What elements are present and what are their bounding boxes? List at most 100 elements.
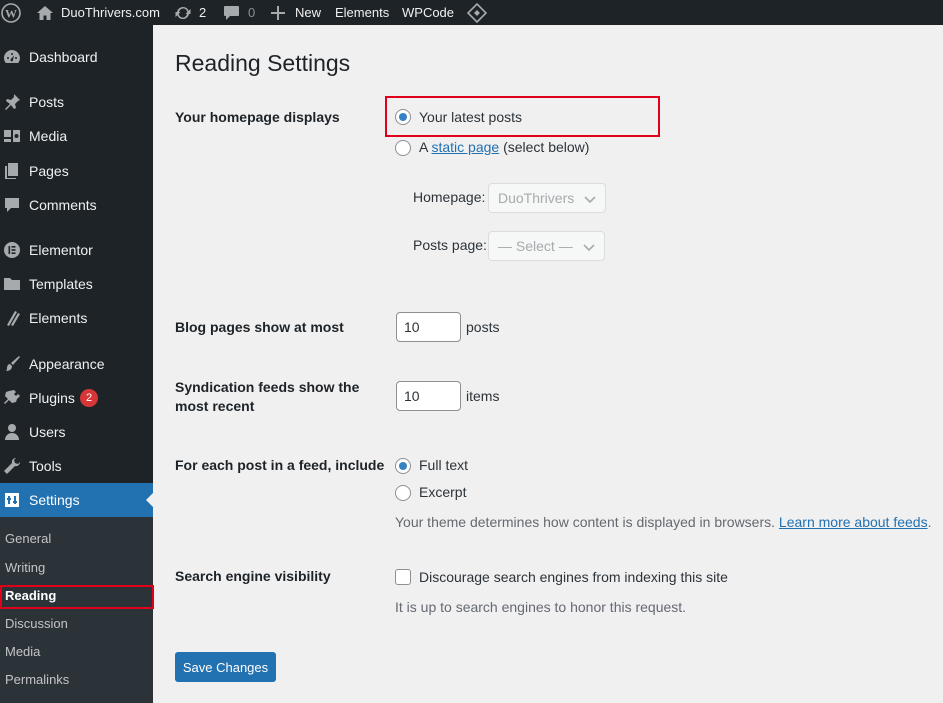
menu-item-users[interactable]: Users xyxy=(0,415,153,449)
admin-sidebar: Dashboard Posts Media Pages Comments Ele… xyxy=(0,25,154,703)
plugin-icon xyxy=(2,388,22,408)
menu-item-pages[interactable]: Pages xyxy=(0,154,153,188)
save-changes-button[interactable]: Save Changes xyxy=(175,652,276,682)
blog-pages-unit: posts xyxy=(466,319,500,335)
blog-pages-input[interactable]: 10 xyxy=(396,312,461,342)
comment-icon xyxy=(224,5,239,20)
menu-label-comments: Comments xyxy=(29,197,97,213)
dashboard-icon xyxy=(2,47,22,67)
posts-page-select-label: Posts page: xyxy=(413,237,487,253)
menu-label-appearance: Appearance xyxy=(29,356,105,372)
menu-item-posts[interactable]: Posts xyxy=(0,85,153,119)
menu-item-elementor[interactable]: Elementor xyxy=(0,233,153,267)
updates-count: 2 xyxy=(199,5,207,20)
wpcode-label: WPCode xyxy=(402,5,455,20)
menu-item-appearance[interactable]: Appearance xyxy=(0,347,153,381)
menu-label-tools: Tools xyxy=(29,458,62,474)
blog-pages-label: Blog pages show at most xyxy=(175,319,344,335)
static-suffix: (select below) xyxy=(503,139,590,155)
user-icon xyxy=(2,422,22,442)
chevron-down-icon xyxy=(584,196,596,204)
elementor-icon xyxy=(2,240,22,260)
submenu-discussion[interactable]: Discussion xyxy=(5,616,68,631)
wrench-icon xyxy=(2,456,22,476)
elements-link[interactable]: Elements xyxy=(335,0,389,25)
menu-label-plugins: Plugins xyxy=(29,390,75,406)
pages-icon xyxy=(2,161,22,181)
syndication-label: Syndication feeds show the most recent xyxy=(175,379,360,414)
comment-icon xyxy=(2,195,22,215)
menu-label-elements: Elements xyxy=(29,310,88,326)
feed-include-label: For each post in a feed, include xyxy=(175,457,385,473)
elements-label: Elements xyxy=(335,5,390,20)
folder-icon xyxy=(2,274,22,294)
discourage-search-label[interactable]: Discourage search engines from indexing … xyxy=(419,569,728,585)
pin-icon xyxy=(2,92,22,112)
menu-item-dashboard[interactable]: Dashboard xyxy=(0,40,153,74)
updates-link[interactable]: 2 xyxy=(174,0,206,25)
feed-description: Your theme determines how content is dis… xyxy=(395,514,931,530)
option-latest-posts-label[interactable]: Your latest posts xyxy=(419,109,522,125)
option-static-page-label: A static page (select below) xyxy=(419,139,589,155)
wordpress-logo-icon[interactable]: W xyxy=(0,0,22,25)
media-icon xyxy=(2,126,22,146)
submenu-writing[interactable]: Writing xyxy=(5,560,45,575)
static-prefix: A xyxy=(419,139,428,155)
site-name-link[interactable]: DuoThrivers.com xyxy=(36,0,160,25)
syndication-unit: items xyxy=(466,388,500,404)
menu-label-settings: Settings xyxy=(29,492,80,508)
submenu-permalinks[interactable]: Permalinks xyxy=(5,672,69,687)
homepage-select-label: Homepage: xyxy=(413,189,486,205)
radio-static-page[interactable] xyxy=(395,140,411,156)
diamond-icon xyxy=(467,2,487,23)
menu-item-media[interactable]: Media xyxy=(0,119,153,153)
menu-item-tools[interactable]: Tools xyxy=(0,449,153,483)
menu-label-media: Media xyxy=(29,128,68,144)
menu-item-comments[interactable]: Comments xyxy=(0,188,153,222)
homepage-displays-label: Your homepage displays xyxy=(175,109,340,125)
reading-highlight-box xyxy=(0,585,154,609)
radio-latest-posts[interactable] xyxy=(395,109,411,125)
menu-label-elementor: Elementor xyxy=(29,242,93,258)
site-name: DuoThrivers.com xyxy=(61,5,160,20)
home-icon xyxy=(37,5,53,20)
radio-full-text[interactable] xyxy=(395,458,411,474)
static-page-link[interactable]: static page xyxy=(431,139,499,155)
settings-submenu: General Writing Reading Discussion Media… xyxy=(0,517,153,703)
comments-link[interactable]: 0 xyxy=(223,0,255,25)
discourage-search-checkbox[interactable] xyxy=(395,569,411,585)
brush-icon xyxy=(2,354,22,374)
main-content: Reading Settings Your homepage displays … xyxy=(153,25,943,703)
chevron-down-icon xyxy=(583,244,595,252)
updates-icon xyxy=(175,6,191,19)
admin-bar: W DuoThrivers.com 2 0 New Elements WPCod… xyxy=(0,0,943,25)
page-title: Reading Settings xyxy=(175,50,351,76)
search-visibility-description: It is up to search engines to honor this… xyxy=(395,599,687,615)
learn-more-feeds-link[interactable]: Learn more about feeds xyxy=(779,514,928,530)
elements-icon xyxy=(2,308,22,328)
menu-item-plugins[interactable]: Plugins 2 xyxy=(0,381,153,415)
posts-page-select[interactable]: — Select — xyxy=(488,231,605,261)
feed-description-text: Your theme determines how content is dis… xyxy=(395,514,776,530)
menu-label-dashboard: Dashboard xyxy=(29,49,98,65)
menu-item-elements[interactable]: Elements xyxy=(0,301,153,335)
menu-item-settings[interactable]: Settings xyxy=(0,483,154,517)
feed-description-end: . xyxy=(927,514,932,530)
menu-item-templates[interactable]: Templates xyxy=(0,267,153,301)
homepage-select-value: DuoThrivers xyxy=(498,190,575,206)
submenu-general[interactable]: General xyxy=(5,531,51,546)
posts-page-select-value: — Select — xyxy=(498,238,573,254)
option-excerpt-label[interactable]: Excerpt xyxy=(419,484,466,500)
menu-label-users: Users xyxy=(29,424,66,440)
menu-label-posts: Posts xyxy=(29,94,65,110)
menu-label-pages: Pages xyxy=(29,163,69,179)
submenu-media[interactable]: Media xyxy=(5,644,40,659)
homepage-select[interactable]: DuoThrivers xyxy=(488,183,606,213)
menu-label-templates: Templates xyxy=(29,276,93,292)
diamond-menu-link[interactable] xyxy=(467,0,487,25)
new-content-link[interactable]: New xyxy=(271,0,321,25)
syndication-input[interactable]: 10 xyxy=(396,381,461,411)
wpcode-link[interactable]: WPCode xyxy=(402,0,454,25)
option-full-text-label[interactable]: Full text xyxy=(419,457,468,473)
radio-excerpt[interactable] xyxy=(395,485,411,501)
